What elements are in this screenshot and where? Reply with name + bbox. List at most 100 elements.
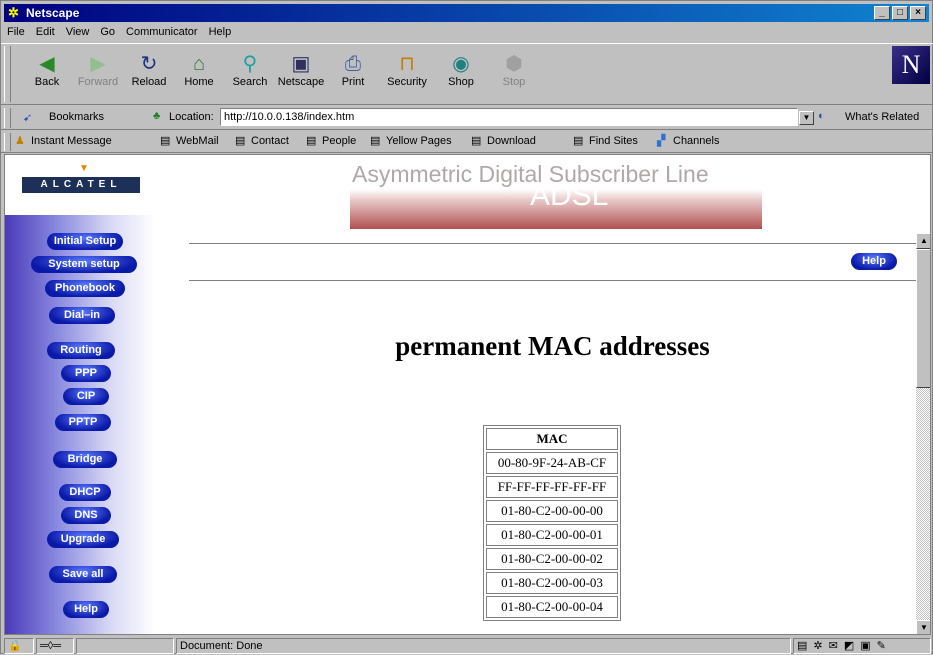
netscape-app-icon: ✲ (8, 5, 19, 20)
yellow-pages-link[interactable]: Yellow Pages (386, 135, 452, 147)
divider-top (189, 243, 916, 245)
toolbar-grip[interactable] (4, 46, 11, 102)
connection-status-icon: ═◊═ (36, 638, 74, 654)
url-text: http://10.0.0.138/index.htm (224, 111, 355, 123)
progress-area (76, 638, 174, 654)
print-button[interactable]: ⎙ Print (328, 52, 378, 88)
nav-bridge[interactable]: Bridge (53, 451, 117, 468)
mac-table: MAC 00-80-9F-24-AB-CF FF-FF-FF-FF-FF-FF … (483, 425, 621, 621)
mac-cell: 01-80-C2-00-00-00 (486, 500, 618, 522)
nav-system-setup[interactable]: System setup (31, 256, 137, 273)
lock-icon: ⊓ (399, 53, 415, 75)
menu-help[interactable]: Help (209, 23, 232, 41)
channels-icon: ▞ (657, 135, 666, 147)
mac-cell: 01-80-C2-00-00-03 (486, 572, 618, 594)
url-dropdown-button[interactable]: ▼ (799, 111, 814, 125)
navigation-toolbar: ◀ Back ▶ Forward ↻ Reload ⌂ Home ⚲ Search ▣ Ne… (1, 43, 933, 105)
instant-message-icon: ♟ (15, 135, 25, 147)
instant-message-link[interactable]: Instant Message (31, 135, 112, 147)
banner-adsl: ADSL (530, 179, 609, 212)
download-link[interactable]: Download (487, 135, 536, 147)
bookmarks-icon: ➹ (23, 112, 33, 124)
main-frame: Help permanent MAC addresses MAC 00-80-9… (189, 235, 916, 634)
channels-link[interactable]: Channels (673, 135, 719, 147)
nav-ppp[interactable]: PPP (61, 365, 111, 382)
maximize-button[interactable]: □ (892, 6, 908, 20)
home-icon: ⌂ (192, 53, 206, 75)
title-bar: ✲ Netscape _ □ × (4, 4, 929, 22)
people-icon: ▤ (306, 135, 317, 147)
shop-icon: ◉ (452, 53, 470, 75)
scroll-thumb[interactable] (916, 249, 930, 388)
back-button[interactable]: ◀ Back (22, 52, 72, 88)
menu-file[interactable]: File (7, 23, 25, 41)
webmail-link[interactable]: WebMail (176, 135, 219, 147)
location-icon: ♣ (153, 110, 161, 122)
shop-button[interactable]: ◉ Shop (436, 52, 486, 88)
left-nav-frame: ▼ ALCATEL Initial Setup System setup Pho… (5, 155, 155, 634)
page-content: ▼ ALCATEL Initial Setup System setup Pho… (4, 154, 931, 635)
netscape-logo[interactable]: N (892, 46, 930, 84)
url-field[interactable]: http://10.0.0.138/index.htm (220, 108, 798, 126)
nav-routing[interactable]: Routing (47, 342, 115, 359)
scroll-up-button[interactable]: ▲ (916, 233, 930, 249)
print-icon: ⎙ (345, 53, 361, 75)
netscape-icon: ▣ (291, 53, 311, 75)
window-title: Netscape (26, 6, 80, 20)
nav-phonebook[interactable]: Phonebook (45, 280, 125, 297)
mac-cell: FF-FF-FF-FF-FF-FF (486, 476, 618, 498)
menu-communicator[interactable]: Communicator (126, 23, 198, 41)
forward-arrow-icon: ▶ (90, 53, 106, 75)
find-sites-link[interactable]: Find Sites (589, 135, 638, 147)
forward-button[interactable]: ▶ Forward (73, 52, 123, 88)
people-link[interactable]: People (322, 135, 356, 147)
reload-icon: ↻ (140, 53, 158, 75)
whats-related-icon: ◐ (818, 110, 825, 122)
help-button[interactable]: Help (851, 253, 897, 270)
download-icon: ▤ (471, 135, 482, 147)
nav-dhcp[interactable]: DHCP (59, 484, 111, 501)
mac-cell: 01-80-C2-00-00-02 (486, 548, 618, 570)
personal-toolbar: ♟ Instant Message ▤ WebMail ▤ Contact ▤ … (1, 131, 933, 153)
menu-go[interactable]: Go (100, 23, 115, 41)
nav-save-all[interactable]: Save all (49, 566, 117, 583)
bookmarks-button[interactable]: Bookmarks (49, 111, 104, 123)
personal-grip[interactable] (4, 133, 11, 151)
menu-view[interactable]: View (66, 23, 90, 41)
alcatel-logo: ALCATEL (22, 177, 140, 193)
scroll-down-button[interactable]: ▼ (916, 620, 930, 634)
nav-initial-setup[interactable]: Initial Setup (47, 233, 123, 250)
mac-column-header: MAC (486, 428, 618, 450)
nav-upgrade[interactable]: Upgrade (47, 531, 119, 548)
mac-cell: 01-80-C2-00-00-04 (486, 596, 618, 618)
search-button[interactable]: ⚲ Search (225, 52, 275, 88)
search-icon: ⚲ (242, 53, 258, 75)
divider-bottom (189, 280, 916, 282)
security-status-icon[interactable]: 🔒 (4, 638, 34, 654)
yellow-pages-icon: ▤ (370, 135, 381, 147)
home-button[interactable]: ⌂ Home (174, 52, 224, 88)
close-button[interactable]: × (910, 6, 926, 20)
security-button[interactable]: ⊓ Security (382, 52, 432, 88)
menu-bar: File Edit View Go Communicator Help (4, 23, 231, 41)
stop-button[interactable]: ⬢ Stop (489, 52, 539, 88)
menu-edit[interactable]: Edit (36, 23, 55, 41)
whats-related-button[interactable]: What's Related (845, 111, 919, 123)
contact-link[interactable]: Contact (251, 135, 289, 147)
location-grip[interactable] (4, 108, 11, 128)
adsl-banner: Asymmetric Digital Subscriber Line ADSL (350, 157, 762, 229)
nav-cip[interactable]: CIP (63, 388, 109, 405)
mac-cell: 01-80-C2-00-00-01 (486, 524, 618, 546)
netscape-button[interactable]: ▣ Netscape (276, 52, 326, 88)
nav-help[interactable]: Help (63, 601, 109, 618)
reload-button[interactable]: ↻ Reload (124, 52, 174, 88)
nav-pptp[interactable]: PPTP (55, 414, 111, 431)
location-label: Location: (169, 111, 214, 123)
minimize-button[interactable]: _ (874, 6, 890, 20)
nav-dns[interactable]: DNS (61, 507, 111, 524)
component-bar[interactable]: ▤✲✉◩▣✎ (793, 638, 931, 654)
nav-dial-in[interactable]: Dial–in (49, 307, 115, 324)
vertical-scrollbar[interactable]: ▲ ▼ (916, 233, 930, 634)
alcatel-logo-mark: ▼ (79, 163, 89, 174)
status-text: Document: Done (176, 638, 791, 654)
